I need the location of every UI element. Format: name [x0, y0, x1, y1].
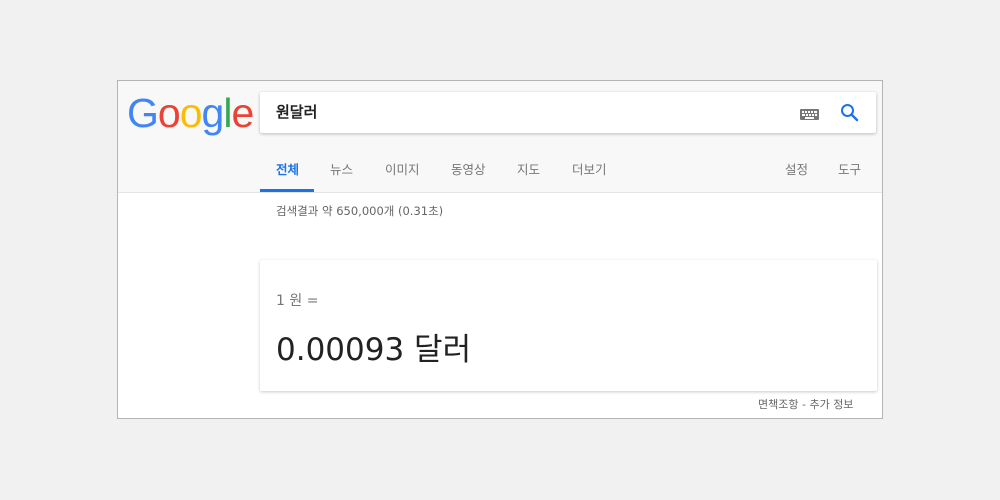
browser-window: Google 전체	[117, 80, 883, 419]
tab-tools[interactable]: 도구	[838, 147, 861, 192]
logo-letter: o	[157, 90, 181, 136]
logo-letter: l	[223, 90, 232, 136]
logo-letter: g	[201, 90, 225, 136]
tab-more[interactable]: 더보기	[572, 147, 607, 192]
logo-letter: G	[127, 90, 159, 136]
conversion-result: 0.00093 달러	[276, 332, 472, 368]
search-box	[260, 92, 876, 133]
tab-news[interactable]: 뉴스	[330, 147, 353, 192]
card-footer-links: 면책조항 - 추가 정보	[758, 396, 853, 412]
search-tabs: 전체 뉴스 이미지 동영상 지도 더보기 설정 도구	[118, 147, 882, 192]
tab-all[interactable]: 전체	[276, 147, 299, 192]
search-input[interactable]	[276, 92, 776, 133]
active-tab-indicator	[260, 189, 314, 192]
tab-images[interactable]: 이미지	[385, 147, 420, 192]
footer-separator: -	[798, 398, 810, 411]
keyboard-icon[interactable]	[800, 109, 819, 120]
google-logo[interactable]: Google	[127, 87, 254, 139]
result-stats: 검색결과 약 650,000개 (0.31초)	[276, 204, 444, 218]
currency-converter-card: 1 원 = 0.00093 달러	[260, 260, 877, 391]
logo-letter: e	[231, 90, 254, 136]
more-info-link[interactable]: 추가 정보	[809, 398, 853, 411]
tab-settings[interactable]: 설정	[785, 147, 808, 192]
search-header: Google 전체	[118, 81, 882, 193]
disclaimer-link[interactable]: 면책조항	[758, 398, 798, 411]
tab-maps[interactable]: 지도	[517, 147, 540, 192]
tab-videos[interactable]: 동영상	[451, 147, 486, 192]
logo-letter: o	[179, 90, 203, 136]
search-icon[interactable]	[840, 103, 859, 122]
conversion-from: 1 원 =	[276, 293, 319, 309]
